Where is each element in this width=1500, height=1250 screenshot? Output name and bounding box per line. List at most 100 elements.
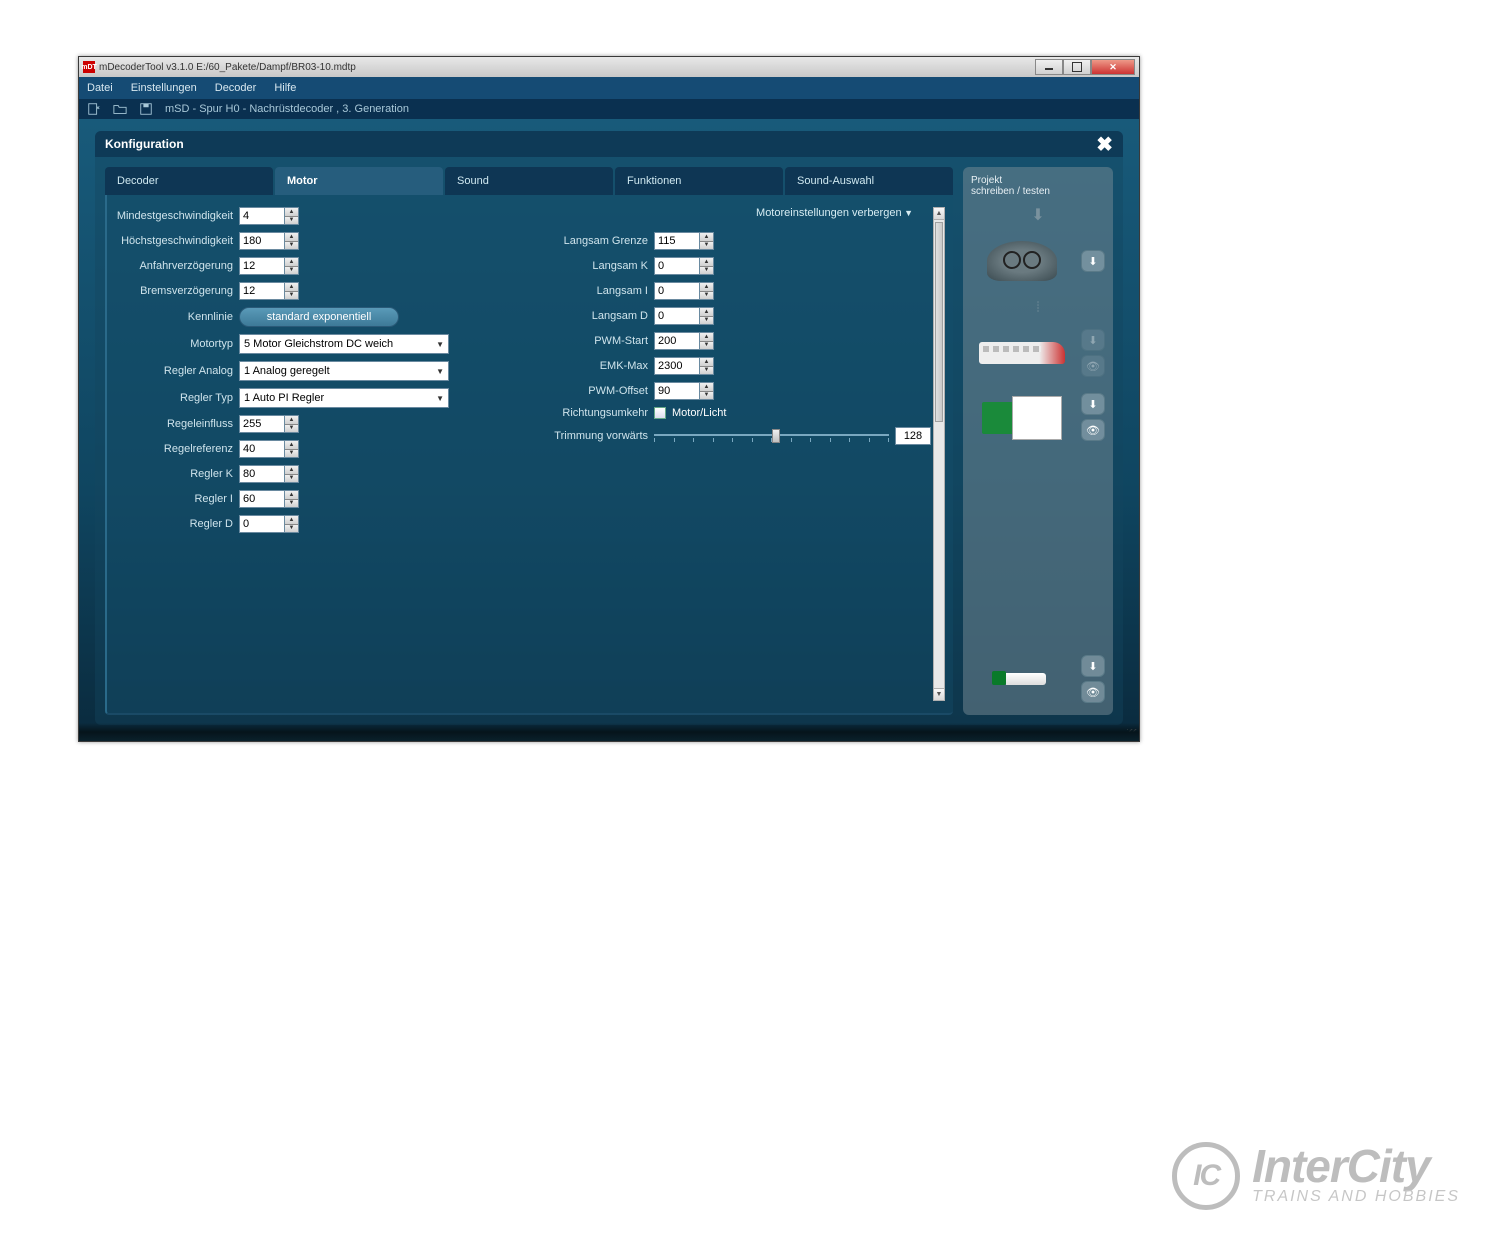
label-hoechst: Höchstgeschwindigkeit — [115, 235, 233, 247]
label-regler-typ: Regler Typ — [115, 392, 233, 404]
label-emk-max: EMK-Max — [530, 360, 648, 372]
tab-motor[interactable]: Motor — [275, 167, 443, 195]
label-anfahr: Anfahrverzögerung — [115, 260, 233, 272]
input-langsam-grenze[interactable]: 115▲▼ — [654, 232, 714, 250]
label-regler-k: Regler K — [115, 468, 233, 480]
label-regelreferenz: Regelreferenz — [115, 443, 233, 455]
label-regler-d: Regler D — [115, 518, 233, 530]
input-pwm-offset[interactable]: 90▲▼ — [654, 382, 714, 400]
panel-header: Konfiguration ✖ — [95, 131, 1123, 157]
vertical-scrollbar[interactable]: ▲ ▼ — [933, 207, 945, 701]
input-brems[interactable]: 12▲▼ — [239, 282, 299, 300]
input-regler-d[interactable]: 0▲▼ — [239, 515, 299, 533]
main-background: Konfiguration ✖ Decoder Motor Sound Funk… — [79, 119, 1139, 741]
write-usb-button[interactable]: ⬇ — [1081, 655, 1105, 677]
window-close-button[interactable] — [1091, 59, 1135, 75]
view-board-button[interactable]: 👁 — [1081, 419, 1105, 441]
label-langsam-k: Langsam K — [530, 260, 648, 272]
dropdown-motortyp[interactable]: 5 Motor Gleichstrom DC weich — [239, 334, 449, 354]
input-langsam-d[interactable]: 0▲▼ — [654, 307, 714, 325]
label-pwm-offset: PWM-Offset — [530, 385, 648, 397]
sidebar: Projekt schreiben / testen ⬇ ⬇ ┊ ⬇ 👁 — [963, 167, 1113, 715]
tab-sound[interactable]: Sound — [445, 167, 613, 195]
motor-tab-content: Mindestgeschwindigkeit 4▲▼ Höchstgeschwi… — [105, 195, 953, 715]
input-anfahr[interactable]: 12▲▼ — [239, 257, 299, 275]
input-hoechst[interactable]: 180▲▼ — [239, 232, 299, 250]
input-regler-i[interactable]: 60▲▼ — [239, 490, 299, 508]
connection-line-icon: ┊ — [1035, 302, 1041, 313]
label-regeleinfluss: Regeleinfluss — [115, 418, 233, 430]
device-controller — [971, 235, 1073, 287]
scroll-down-icon[interactable]: ▼ — [934, 688, 944, 700]
toolbar: mSD - Spur H0 - Nachrüstdecoder , 3. Gen… — [79, 99, 1139, 119]
resize-grip-icon[interactable] — [1127, 729, 1137, 739]
tab-decoder[interactable]: Decoder — [105, 167, 273, 195]
device-usb — [971, 653, 1073, 705]
new-icon[interactable] — [87, 102, 101, 116]
menu-decoder[interactable]: Decoder — [215, 82, 257, 94]
slider-thumb-icon[interactable] — [772, 429, 780, 443]
checkbox-richtung-label: Motor/Licht — [672, 407, 726, 419]
window-title: mDecoderTool v3.1.0 E:/60_Pakete/Dampf/B… — [99, 62, 1035, 73]
tab-sound-auswahl[interactable]: Sound-Auswahl — [785, 167, 953, 195]
watermark: IC InterCity TRAINS AND HOBBIES — [1172, 1142, 1460, 1210]
panel-title: Konfiguration — [105, 137, 184, 151]
scroll-up-icon[interactable]: ▲ — [934, 208, 944, 220]
write-train-button[interactable]: ⬇ — [1081, 329, 1105, 351]
slider-trimmung-value: 128 — [895, 427, 931, 445]
device-board — [971, 391, 1073, 443]
label-mindest: Mindestgeschwindigkeit — [115, 210, 233, 222]
view-usb-button[interactable]: 👁 — [1081, 681, 1105, 703]
menu-datei[interactable]: Datei — [87, 82, 113, 94]
breadcrumb: mSD - Spur H0 - Nachrüstdecoder , 3. Gen… — [165, 103, 409, 115]
write-controller-button[interactable]: ⬇ — [1081, 250, 1105, 272]
left-form-column: Mindestgeschwindigkeit 4▲▼ Höchstgeschwi… — [107, 207, 516, 701]
minimize-button[interactable] — [1035, 59, 1063, 75]
scroll-thumb[interactable] — [935, 222, 943, 422]
label-brems: Bremsverzögerung — [115, 285, 233, 297]
app-icon: mDT — [83, 61, 95, 73]
view-train-button[interactable]: 👁 — [1081, 355, 1105, 377]
watermark-main: InterCity — [1252, 1146, 1460, 1187]
app-window: mDT mDecoderTool v3.1.0 E:/60_Pakete/Dam… — [78, 56, 1140, 742]
input-regeleinfluss[interactable]: 255▲▼ — [239, 415, 299, 433]
menu-einstellungen[interactable]: Einstellungen — [131, 82, 197, 94]
tab-funktionen[interactable]: Funktionen — [615, 167, 783, 195]
watermark-logo-icon: IC — [1172, 1142, 1240, 1210]
menu-hilfe[interactable]: Hilfe — [274, 82, 296, 94]
dropdown-regler-typ[interactable]: 1 Auto PI Regler — [239, 388, 449, 408]
button-kennlinie[interactable]: standard exponentiell — [239, 307, 399, 327]
open-icon[interactable] — [113, 102, 127, 116]
sidebar-title: Projekt schreiben / testen — [971, 175, 1105, 197]
label-motortyp: Motortyp — [115, 338, 233, 350]
input-emk-max[interactable]: 2300▲▼ — [654, 357, 714, 375]
label-pwm-start: PWM-Start — [530, 335, 648, 347]
titlebar[interactable]: mDT mDecoderTool v3.1.0 E:/60_Pakete/Dam… — [79, 57, 1139, 77]
label-richtung: Richtungsumkehr — [530, 407, 648, 419]
input-regler-k[interactable]: 80▲▼ — [239, 465, 299, 483]
checkbox-richtung[interactable] — [654, 407, 666, 419]
label-regler-i: Regler I — [115, 493, 233, 505]
device-train — [971, 327, 1073, 379]
input-mindest[interactable]: 4▲▼ — [239, 207, 299, 225]
label-langsam-grenze: Langsam Grenze — [530, 235, 648, 247]
input-langsam-k[interactable]: 0▲▼ — [654, 257, 714, 275]
write-board-button[interactable]: ⬇ — [1081, 393, 1105, 415]
maximize-button[interactable] — [1063, 59, 1091, 75]
label-regler-analog: Regler Analog — [115, 365, 233, 377]
label-langsam-d: Langsam D — [530, 310, 648, 322]
dropdown-regler-analog[interactable]: 1 Analog geregelt — [239, 361, 449, 381]
watermark-sub: TRAINS AND HOBBIES — [1252, 1188, 1460, 1206]
input-langsam-i[interactable]: 0▲▼ — [654, 282, 714, 300]
arrow-down-icon: ⬇ — [1031, 205, 1044, 225]
slider-trimmung[interactable] — [654, 426, 889, 446]
panel-close-icon[interactable]: ✖ — [1096, 132, 1113, 157]
label-kennlinie: Kennlinie — [115, 311, 233, 323]
tab-bar: Decoder Motor Sound Funktionen Sound-Aus… — [105, 167, 953, 195]
hide-motor-settings-link[interactable]: Motoreinstellungen verbergen — [530, 207, 931, 225]
menu-bar: Datei Einstellungen Decoder Hilfe — [79, 77, 1139, 99]
config-panel: Konfiguration ✖ Decoder Motor Sound Funk… — [95, 131, 1123, 725]
save-icon[interactable] — [139, 102, 153, 116]
input-pwm-start[interactable]: 200▲▼ — [654, 332, 714, 350]
input-regelreferenz[interactable]: 40▲▼ — [239, 440, 299, 458]
